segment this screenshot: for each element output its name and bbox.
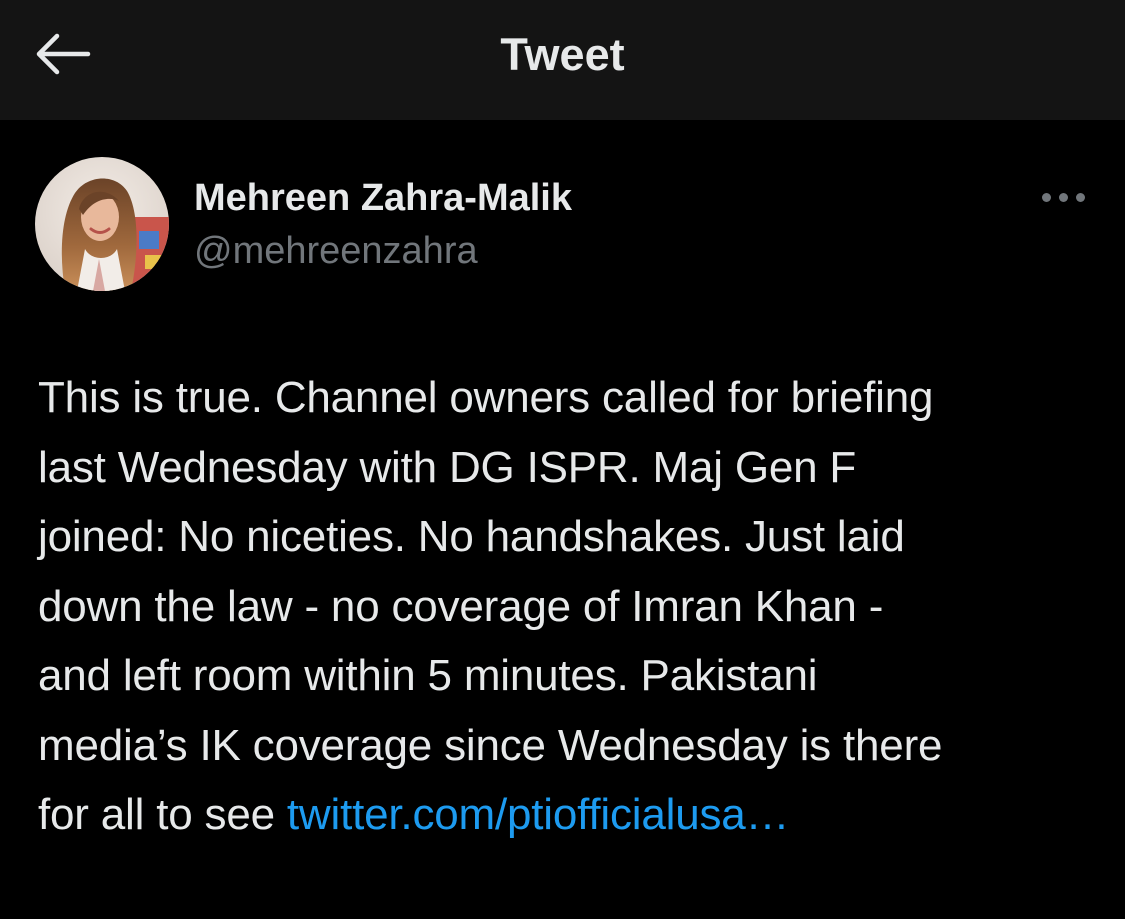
tweet-text-line: last Wednesday with DG ISPR. Maj Gen F (38, 442, 857, 492)
tweet-body: This is true. Channel owners called for … (38, 363, 1098, 850)
more-options-button[interactable] (1040, 182, 1088, 212)
tweet-text-line: and left room within 5 minutes. Pakistan… (38, 651, 818, 700)
tweet-text-line: media’s IK coverage since Wednesday is t… (38, 720, 943, 770)
tweet-text-last-line: for all to see twitter.com/ptiofficialus… (38, 780, 1098, 850)
author-display-name[interactable]: Mehreen Zahra-Malik (194, 175, 572, 221)
tweet-text-line: down the law - no coverage of Imran Khan… (38, 581, 884, 631)
top-bar: Tweet (0, 0, 1125, 120)
tweet-link[interactable]: twitter.com/ptiofficialusa… (287, 790, 790, 839)
avatar-photo (35, 157, 169, 291)
tweet-text-line: for all to see (38, 790, 287, 839)
tweet-text-line: joined: No niceties. No handshakes. Just… (38, 512, 905, 561)
page-title: Tweet (500, 29, 625, 80)
author-handle[interactable]: @mehreenzahra (194, 228, 478, 274)
tweet-text-line: This is true. Channel owners called for … (38, 373, 934, 422)
avatar[interactable] (35, 157, 169, 291)
